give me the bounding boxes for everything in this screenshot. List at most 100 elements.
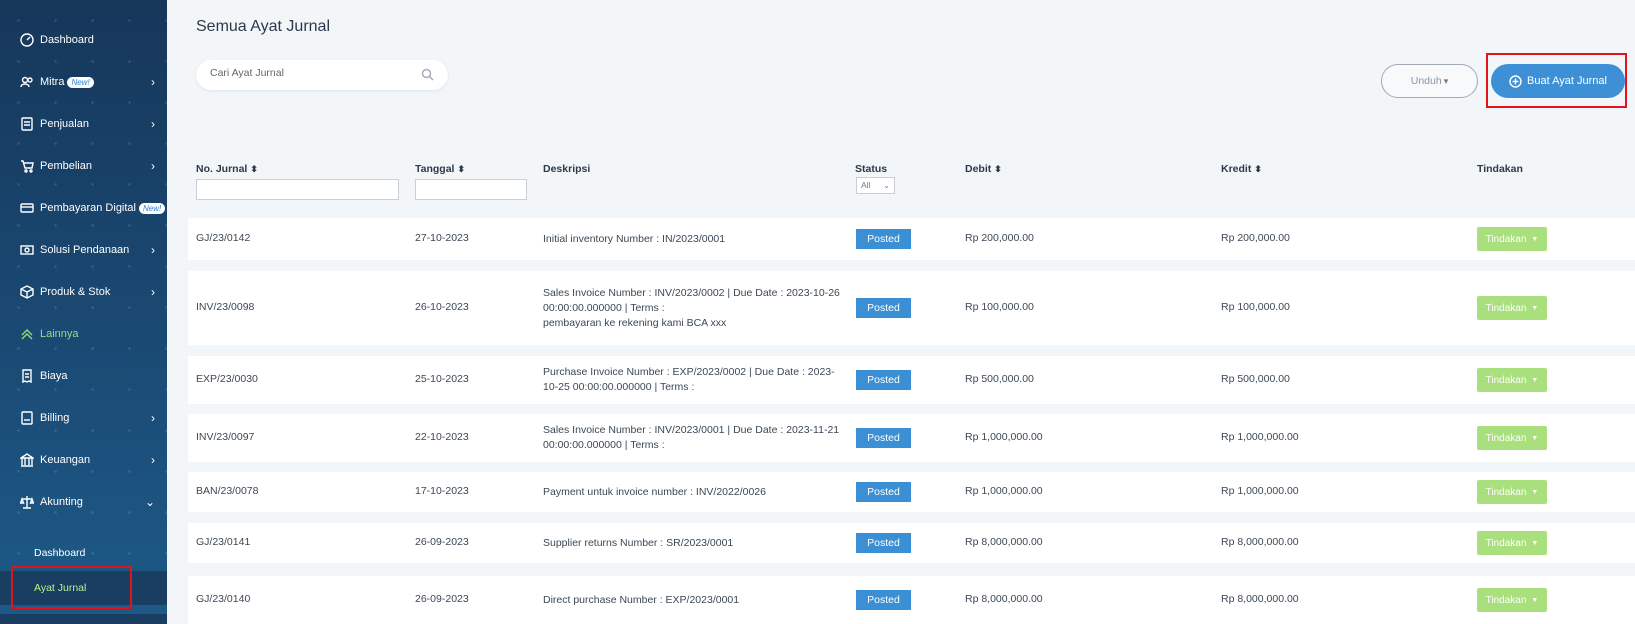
header-kredit[interactable]: Kredit ⬍ <box>1221 163 1262 175</box>
tindakan-dropdown-button[interactable]: Tindakan ▼ <box>1477 368 1547 392</box>
cell-deskripsi: Purchase Invoice Number : EXP/2023/0002 … <box>543 365 835 395</box>
cell-kredit: Rp 1,000,000.00 <box>1221 485 1299 497</box>
deskripsi-line: pembayaran ke rekening kami BCA xxx <box>543 316 727 329</box>
sidebar-subitem-dashboard[interactable]: Dashboard <box>0 536 167 570</box>
deskripsi-line: 10-25 00:00:00.000000 | Terms : <box>543 381 695 393</box>
table-row: BAN/23/0078 17-10-2023 Payment untuk invoi… <box>188 472 1635 512</box>
tindakan-dropdown-button[interactable]: Tindakan ▼ <box>1477 426 1547 450</box>
caret-down-icon: ▼ <box>1531 539 1539 547</box>
header-debit[interactable]: Debit ⬍ <box>965 163 1002 175</box>
sidebar-item-dashboard[interactable]: Dashboard <box>0 20 167 60</box>
sidebar-item-billing[interactable]: Billing › <box>0 398 167 438</box>
sidebar-item-solusi-pendanaan[interactable]: Solusi Pendanaan › <box>0 230 167 270</box>
cell-debit: Rp 8,000,000.00 <box>965 593 1043 605</box>
caret-down-icon: ▼ <box>1531 488 1539 496</box>
header-tanggal[interactable]: Tanggal ⬍ <box>415 163 465 175</box>
status-filter-value: All <box>861 180 871 190</box>
header-no-jurnal[interactable]: No. Jurnal ⬍ <box>196 163 258 175</box>
sidebar-item-akunting[interactable]: Akunting ⌄ <box>0 482 167 522</box>
caret-down-icon: ▼ <box>1531 596 1539 604</box>
status-badge: Posted <box>856 533 911 553</box>
status-badge: Posted <box>856 482 911 502</box>
tindakan-dropdown-button[interactable]: Tindakan ▼ <box>1477 227 1547 251</box>
table-row: GJ/23/0141 26-09-2023 Supplier returns Num… <box>188 523 1635 563</box>
scale-icon <box>20 495 34 509</box>
cart-icon <box>20 159 34 173</box>
sidebar-item-label: Pembayaran Digital <box>40 202 136 214</box>
header-label: Deskripsi <box>543 163 591 175</box>
tindakan-dropdown-button[interactable]: Tindakan ▼ <box>1477 588 1547 612</box>
header-label: Kredit <box>1221 163 1252 175</box>
chevron-right-icon: › <box>151 117 155 131</box>
sidebar-footer <box>0 614 167 624</box>
sort-icon[interactable]: ⬍ <box>457 164 465 174</box>
search-box[interactable] <box>196 60 448 90</box>
header-tindakan: Tindakan <box>1477 163 1523 175</box>
sidebar-item-label: Lainnya <box>40 328 79 340</box>
sidebar-item-lainnya[interactable]: Lainnya <box>0 314 167 354</box>
cell-kredit: Rp 100,000.00 <box>1221 301 1290 313</box>
sidebar-item-label: Billing <box>40 412 70 424</box>
deskripsi-line: Sales Invoice Number : INV/2023/0001 | D… <box>543 424 840 436</box>
table-row: EXP/23/0030 25-10-2023 Purchase Invoice Nu… <box>188 356 1635 404</box>
cell-kredit: Rp 1,000,000.00 <box>1221 431 1299 443</box>
cell-debit: Rp 500,000.00 <box>965 373 1034 385</box>
tindakan-label: Tindakan <box>1485 374 1527 386</box>
search-icon[interactable] <box>421 68 434 81</box>
cell-deskripsi: Payment untuk invoice number : INV/2022/… <box>543 485 766 500</box>
sidebar-item-biaya[interactable]: Biaya <box>0 356 167 396</box>
table-row: GJ/23/0142 27-10-2023 Initial inventory Nu… <box>188 218 1635 260</box>
sidebar-item-label: Biaya <box>40 370 68 382</box>
cell-tanggal: 26-09-2023 <box>415 536 469 548</box>
deskripsi-line: Direct purchase Number : EXP/2023/0001 <box>543 593 740 606</box>
cell-no-jurnal: GJ/23/0141 <box>196 536 251 548</box>
sidebar-item-produk-stok[interactable]: Produk & Stok › <box>0 272 167 312</box>
cell-no-jurnal: INV/23/0097 <box>196 431 255 443</box>
chevron-down-icon: ▾ <box>1443 75 1449 86</box>
cell-no-jurnal: BAN/23/0078 <box>196 485 259 497</box>
deskripsi-line: 00:00:00.000000 | Terms : <box>543 301 665 314</box>
cell-deskripsi: Sales Invoice Number : INV/2023/0002 | D… <box>543 286 840 331</box>
cell-tanggal: 25-10-2023 <box>415 373 469 385</box>
sort-icon[interactable]: ⬍ <box>250 164 258 174</box>
sort-icon[interactable]: ⬍ <box>994 164 1002 174</box>
table-row: INV/23/0097 22-10-2023 Sales Invoice Numbe… <box>188 414 1635 462</box>
sidebar-item-label: Produk & Stok <box>40 286 111 298</box>
sidebar-item-penjualan[interactable]: Penjualan › <box>0 104 167 144</box>
table-row: INV/23/0098 26-10-2023 Sales Invoice Numbe… <box>188 271 1635 345</box>
status-filter-select[interactable]: All ⌄ <box>856 177 895 194</box>
tindakan-dropdown-button[interactable]: Tindakan ▼ <box>1477 480 1547 504</box>
cell-kredit: Rp 8,000,000.00 <box>1221 593 1299 605</box>
filter-no-jurnal-input[interactable] <box>196 179 399 200</box>
cell-debit: Rp 1,000,000.00 <box>965 431 1043 443</box>
header-label: No. Jurnal <box>196 163 248 175</box>
sidebar-item-label: Solusi Pendanaan <box>40 244 130 256</box>
chevron-right-icon: › <box>151 159 155 173</box>
bank-icon <box>20 453 34 467</box>
deskripsi-line: Supplier returns Number : SR/2023/0001 <box>543 536 734 549</box>
sidebar-item-pembelian[interactable]: Pembelian › <box>0 146 167 186</box>
tindakan-label: Tindakan <box>1485 486 1527 498</box>
cell-deskripsi: Supplier returns Number : SR/2023/0001 <box>543 536 733 551</box>
sidebar-item-label: Mitra <box>40 76 65 88</box>
new-badge: New! <box>67 76 94 88</box>
sidebar-item-label: Pembelian <box>40 160 92 172</box>
deskripsi-line: Purchase Invoice Number : EXP/2023/0002 … <box>543 366 835 378</box>
search-input[interactable] <box>210 67 410 79</box>
cell-no-jurnal: GJ/23/0140 <box>196 593 251 605</box>
tindakan-dropdown-button[interactable]: Tindakan ▼ <box>1477 296 1547 320</box>
document-icon <box>20 117 34 131</box>
cell-no-jurnal: INV/23/0098 <box>196 301 255 313</box>
highlight-box <box>1486 53 1627 108</box>
cell-debit: Rp 1,000,000.00 <box>965 485 1043 497</box>
chevron-down-icon: ⌄ <box>883 181 890 190</box>
caret-down-icon: ▼ <box>1531 434 1539 442</box>
tindakan-dropdown-button[interactable]: Tindakan ▼ <box>1477 531 1547 555</box>
sort-icon[interactable]: ⬍ <box>1254 164 1262 174</box>
sidebar-item-keuangan[interactable]: Keuangan › <box>0 440 167 480</box>
sidebar-item-mitra[interactable]: Mitra New! › <box>0 62 167 102</box>
sidebar-item-pembayaran-digital[interactable]: Pembayaran Digital New! <box>0 188 167 228</box>
cell-kredit: Rp 200,000.00 <box>1221 232 1290 244</box>
unduh-button[interactable]: Unduh ▾ <box>1381 64 1478 98</box>
filter-tanggal-input[interactable] <box>415 179 527 200</box>
